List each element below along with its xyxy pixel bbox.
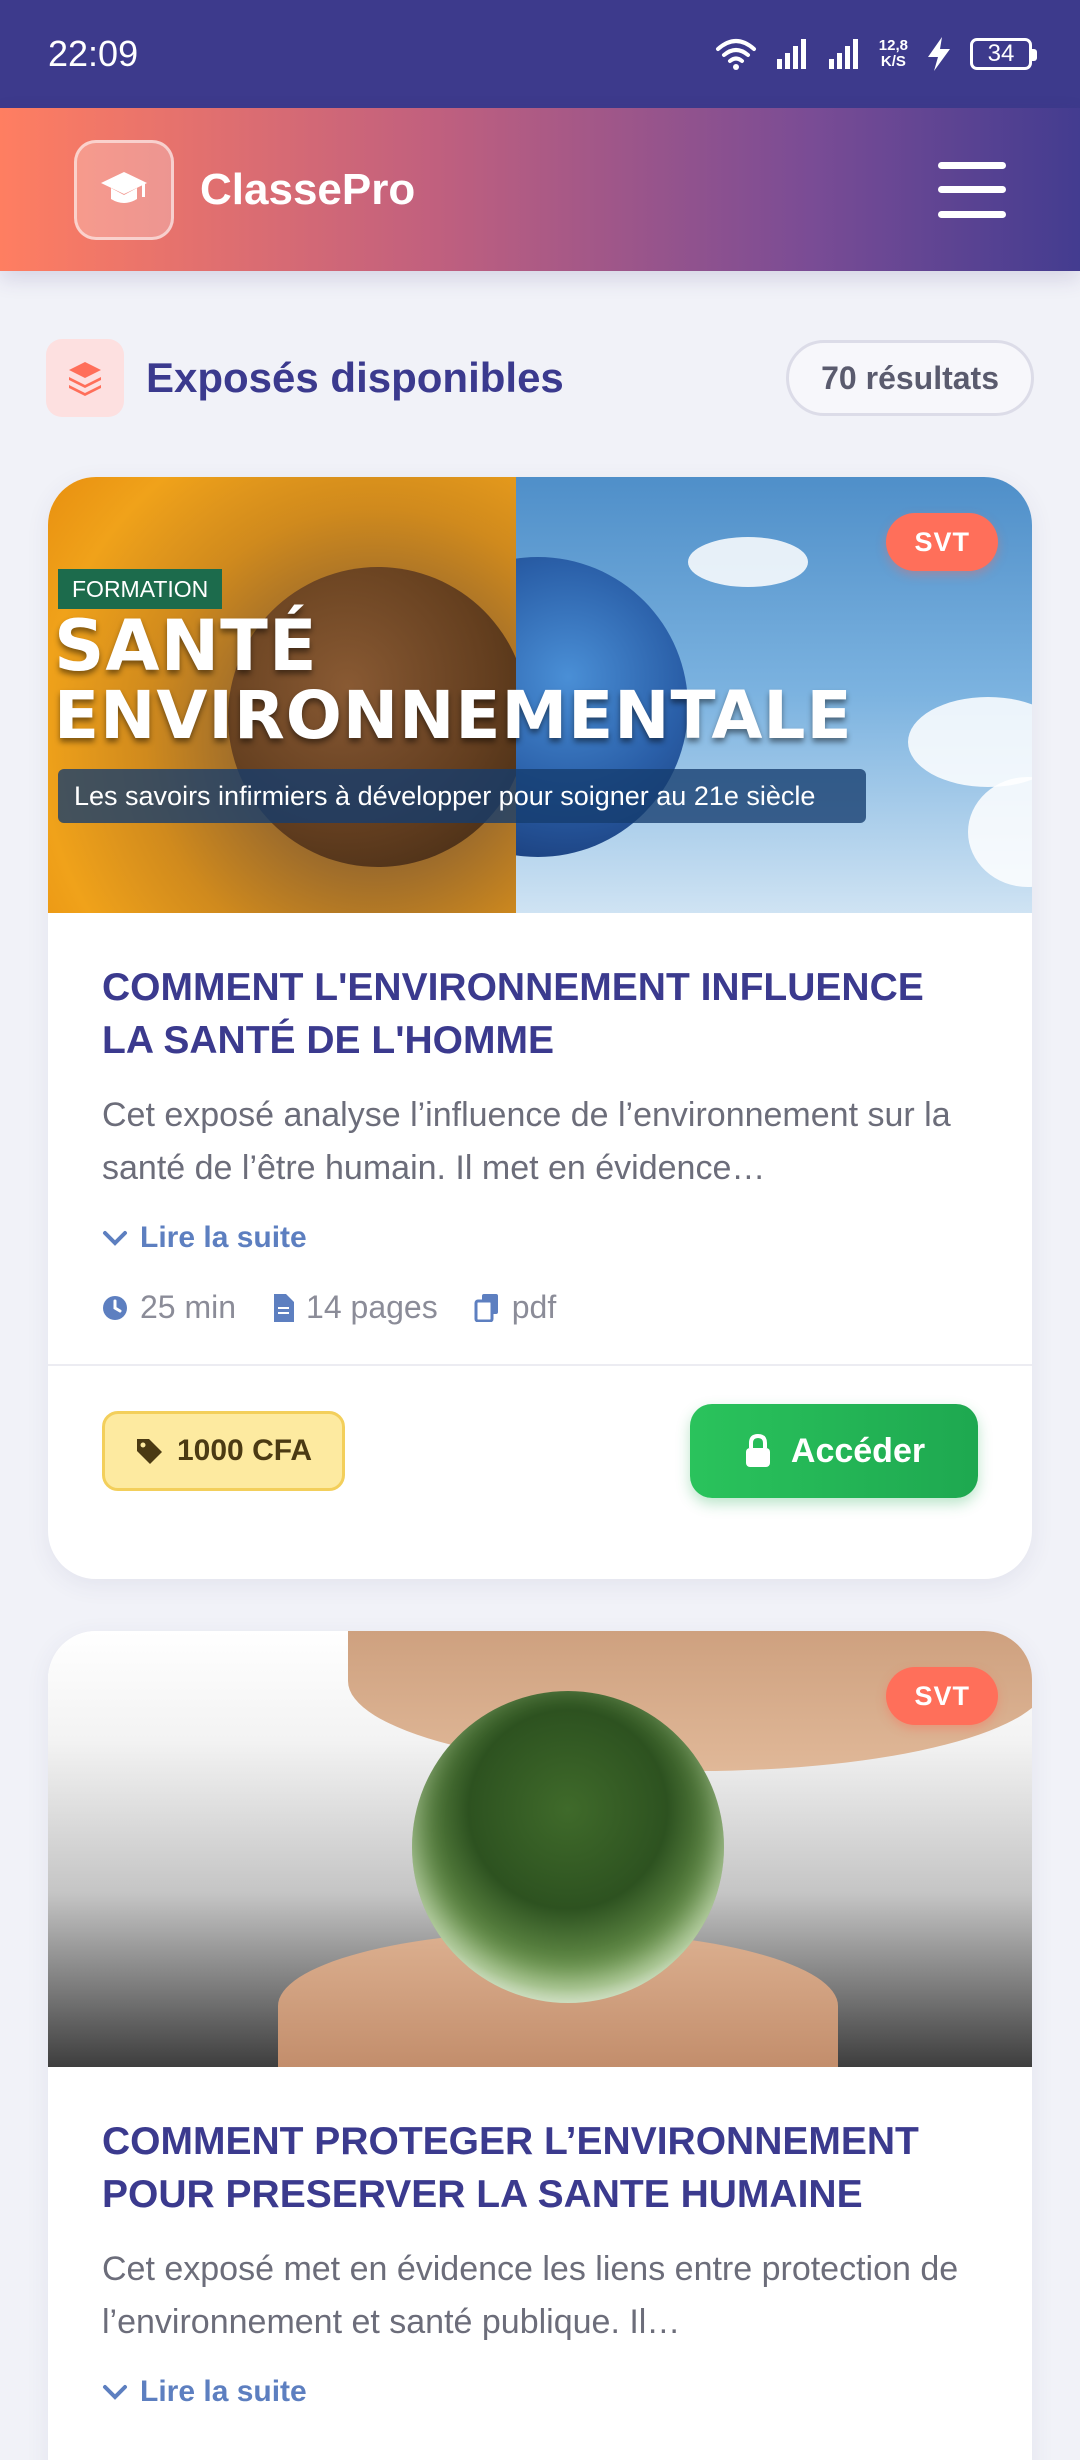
- read-more-link[interactable]: Lire la suite: [102, 1221, 978, 1255]
- charging-icon: [928, 37, 950, 71]
- battery-indicator: 34: [970, 38, 1037, 70]
- chevron-down-icon: [103, 2385, 127, 2400]
- chevron-down-icon: [103, 1231, 127, 1246]
- menu-line: [938, 186, 1006, 193]
- status-icons: 12,8 K/S 34: [715, 37, 1037, 71]
- card-description: Cet exposé analyse l’influence de l’envi…: [102, 1096, 951, 1187]
- card-title[interactable]: COMMENT PROTEGER L’ENVIRONNEMENT POUR PR…: [102, 2115, 978, 2221]
- copy-icon: [474, 1293, 498, 1322]
- subject-badge: SVT: [886, 1667, 998, 1725]
- status-bar: 22:09 12,8 K/S 34: [0, 0, 1080, 108]
- card-body: COMMENT L'ENVIRONNEMENT INFLUENCE LA SAN…: [48, 913, 1032, 1326]
- section-header: Exposés disponibles 70 résultats: [46, 338, 1034, 418]
- access-button[interactable]: Accéder: [690, 1404, 978, 1498]
- tag-icon: [137, 1439, 162, 1464]
- card-title[interactable]: COMMENT L'ENVIRONNEMENT INFLUENCE LA SAN…: [102, 961, 978, 1067]
- menu-button[interactable]: [938, 161, 1006, 218]
- cloud-image: [688, 537, 808, 587]
- lock-icon: [745, 1434, 770, 1467]
- app-logo[interactable]: [74, 139, 174, 240]
- duration-value: 25 min: [140, 1289, 237, 1325]
- tree-globe-image: [412, 1691, 724, 2003]
- clock-icon: [103, 1295, 127, 1320]
- access-button-label: Accéder: [790, 1431, 926, 1470]
- read-more-link[interactable]: Lire la suite: [102, 2375, 978, 2409]
- file-format: pdf: [474, 1289, 556, 1326]
- net-speed-unit: K/S: [880, 53, 906, 70]
- card-image: FORMATION SANTÉ ENVIRONNEMENTALE Les sav…: [48, 477, 1032, 913]
- app-header: ClassePro: [0, 108, 1080, 271]
- card-meta: 25 min 14 pages pdf: [102, 1289, 978, 1326]
- section-icon-box: [46, 339, 124, 417]
- expose-card[interactable]: FORMATION SANTÉ ENVIRONNEMENTALE Les sav…: [48, 477, 1032, 1579]
- results-count: 70 résultats: [786, 340, 1034, 416]
- signal-icon: [776, 39, 806, 69]
- expose-card[interactable]: SVT COMMENT PROTEGER L’ENVIRONNEMENT POU…: [48, 1631, 1032, 2460]
- page-count: 14 pages: [272, 1289, 438, 1326]
- card-body: COMMENT PROTEGER L’ENVIRONNEMENT POUR PR…: [48, 2067, 1032, 2409]
- image-subtitle: Les savoirs infirmiers à développer pour…: [58, 769, 866, 823]
- card-footer: 1000 CFA Accéder: [48, 1366, 1032, 1498]
- image-headline: SANTÉ ENVIRONNEMENTALE: [54, 611, 853, 751]
- duration: 25 min: [102, 1289, 236, 1326]
- image-headline-line1: SANTÉ: [54, 605, 318, 687]
- document-icon: [274, 1293, 295, 1322]
- read-more-label: Lire la suite: [140, 1221, 307, 1254]
- subject-badge: SVT: [886, 513, 998, 571]
- status-time: 22:09: [48, 33, 139, 74]
- image-headline-line2: ENVIRONNEMENTALE: [54, 677, 853, 754]
- read-more-label: Lire la suite: [140, 2375, 307, 2408]
- app-brand[interactable]: ClassePro: [200, 165, 415, 215]
- net-speed-value: 12,8: [878, 37, 908, 54]
- graduation-cap-icon: [101, 171, 147, 203]
- image-tag: FORMATION: [58, 569, 223, 609]
- net-speed: 12,8 K/S: [879, 38, 908, 70]
- hamburger-menu-icon: [938, 161, 1006, 169]
- price-value: 1000 CFA: [177, 1434, 313, 1467]
- signal-icon: [828, 39, 858, 69]
- card-description: Cet exposé met en évidence les liens ent…: [102, 2250, 959, 2341]
- menu-line: [938, 210, 1006, 218]
- pages-value: 14 pages: [306, 1289, 438, 1325]
- layers-icon: [69, 362, 101, 396]
- price-badge: 1000 CFA: [102, 1411, 346, 1491]
- wifi-icon: [715, 39, 756, 70]
- format-value: pdf: [511, 1289, 557, 1325]
- section-title: Exposés disponibles: [146, 354, 564, 401]
- card-image: SVT: [48, 1631, 1032, 2067]
